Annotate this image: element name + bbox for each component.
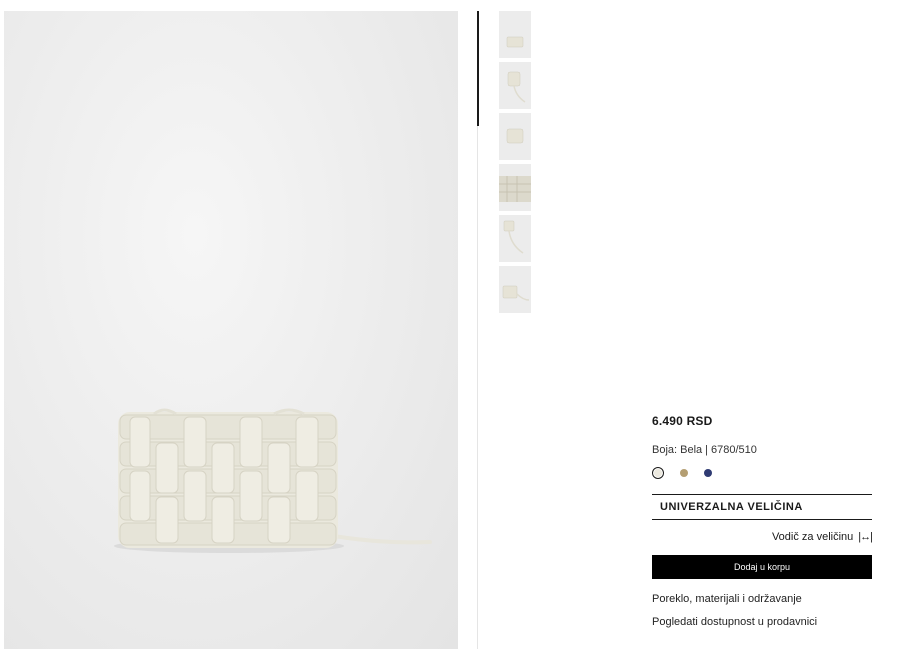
size-guide-label: Vodič za veličinu [771, 531, 854, 543]
product-info-panel: 6.490 RSD Boja: Bela | 6780/510 UNIVERZALN… [652, 414, 873, 628]
origin-materials-care-link[interactable]: Poreklo, materijali i održavanje [652, 593, 872, 605]
thumbnail-6[interactable] [499, 266, 531, 313]
swatch-white[interactable] [652, 467, 664, 479]
add-to-cart-button[interactable]: Dodaj u korpu [652, 555, 872, 579]
swatch-beige[interactable] [680, 469, 688, 477]
main-product-image[interactable] [4, 11, 458, 649]
size-label: UNIVERZALNA VELIČINA [660, 501, 803, 513]
thumbnail-1[interactable] [499, 11, 531, 58]
color-separator: | [705, 444, 709, 456]
product-reference: 6780/510 [711, 444, 757, 456]
woven-bag-illustration [114, 408, 432, 553]
size-guide-link[interactable]: Vodič za veličinu |↔| [652, 530, 873, 544]
thumbnail-3[interactable] [499, 113, 531, 160]
bag-strap-thumbnail [503, 220, 524, 254]
bag-side-thumbnail [507, 71, 526, 103]
bag-front-thumbnail [506, 36, 524, 48]
thumbnail-4[interactable] [499, 164, 531, 211]
size-selector[interactable]: UNIVERZALNA VELIČINA [652, 494, 872, 520]
thumbnail-list [499, 11, 531, 317]
ruler-arrows-icon: |↔| [858, 531, 873, 543]
thumbnail-2[interactable] [499, 62, 531, 109]
color-reference-line: Boja: Bela | 6780/510 [652, 444, 872, 456]
bag-top-thumbnail [506, 128, 524, 144]
color-label: Boja: Bela [652, 444, 703, 456]
swatch-navy[interactable] [704, 469, 712, 477]
bag-closeup-thumbnail [499, 176, 531, 202]
thumbnail-5[interactable] [499, 215, 531, 262]
product-price: 6.490 RSD [652, 414, 713, 428]
color-swatches [652, 466, 872, 480]
bag-worn-thumbnail [502, 285, 530, 301]
store-availability-link[interactable]: Pogledati dostupnost u prodavnici [652, 616, 872, 628]
gallery-scroll-thumb[interactable] [477, 11, 479, 126]
